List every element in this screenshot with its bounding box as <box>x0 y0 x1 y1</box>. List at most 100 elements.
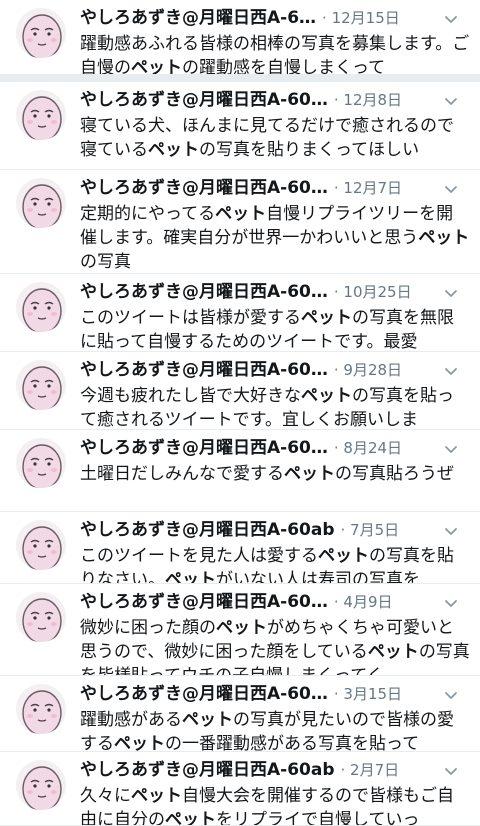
chevron-down-icon[interactable] <box>442 362 460 380</box>
tweet-text: このツイートを見た人は愛するペットの写真を貼りなさい。ペットがいない人は寿司の写… <box>80 544 470 584</box>
highlight-term: ペット <box>284 464 335 484</box>
tweet-date[interactable]: · 12月8日 <box>334 88 402 112</box>
text-segment: 今週も疲れたし皆で大好きな <box>80 386 301 406</box>
tweet-date[interactable]: · 3月15日 <box>334 682 402 706</box>
avatar[interactable] <box>16 360 66 410</box>
display-name[interactable]: やしろあずき@月曜日西A-60… <box>80 358 328 382</box>
tweet-item[interactable]: やしろあずき@月曜日西A-60… · 8月24日 土曜日だしみんなで愛するペットの… <box>0 430 480 512</box>
highlight-term: ペット <box>114 734 165 752</box>
chevron-down-icon[interactable] <box>442 284 460 302</box>
text-segment: 微妙に困った顔の <box>80 618 216 638</box>
tweet-item[interactable]: やしろあずき@月曜日西A-60… · 4月9日 微妙に困った顔のペットがめちゃくち… <box>0 584 480 676</box>
avatar[interactable] <box>16 684 66 734</box>
tweet-text: 久々にペット自慢大会を開催するので皆様もご自由に自分のペットをリプライで自慢して… <box>80 784 470 826</box>
text-segment: の躍動感を自慢しまくって <box>182 58 386 78</box>
text-segment: このツイートを見た人は愛する <box>80 546 318 566</box>
text-segment: 躍動感がある <box>80 710 182 730</box>
display-name[interactable]: やしろあずき@月曜日西A-60… <box>80 590 328 614</box>
display-name[interactable]: やしろあずき@月曜日西A-60… <box>80 88 328 112</box>
tweet-header: やしろあずき@月曜日西A-60ab · 7月5日 <box>80 518 466 544</box>
tweet-text: このツイートは皆様が愛するペットの写真を無限に貼って自慢するためのツイートです。… <box>80 306 470 351</box>
tweet-date[interactable]: · 7月5日 <box>341 518 400 542</box>
avatar[interactable] <box>16 90 66 140</box>
text-segment: 定期的にやってる <box>80 204 216 224</box>
text-segment: がいない人は寿司の写真を <box>216 570 420 584</box>
tweet-text: 躍動感があるペットの写真が見たいので皆様の愛するペットの一番躍動感がある写真を貼… <box>80 708 470 752</box>
text-segment: 土曜日だしみんなで愛する <box>80 464 284 484</box>
text-segment: の写真 <box>80 252 131 272</box>
chevron-down-icon[interactable] <box>442 594 460 612</box>
avatar[interactable] <box>16 282 66 332</box>
tweet-date[interactable]: · 9月28日 <box>334 358 402 382</box>
display-name[interactable]: やしろあずき@月曜日西A-60… <box>80 280 328 304</box>
tweet-date[interactable]: · 2月7日 <box>341 758 400 782</box>
avatar[interactable] <box>16 8 66 58</box>
highlight-term: ペット <box>367 642 419 662</box>
tweet-item[interactable]: やしろあずき@月曜日西A-60ab · 2月7日 久々にペット自慢大会を開催するの… <box>0 752 480 826</box>
tweet-header: やしろあずき@月曜日西A-60… · 12月7日 <box>80 176 466 202</box>
avatar[interactable] <box>16 520 66 570</box>
tweet-date[interactable]: · 10月25日 <box>334 280 412 304</box>
tweet-date[interactable]: · 4月9日 <box>334 590 393 614</box>
display-name[interactable]: やしろあずき@月曜日西A-6… <box>80 6 316 30</box>
text-segment: 久々に <box>80 786 131 806</box>
chevron-down-icon[interactable] <box>442 762 460 780</box>
tweet-header: やしろあずき@月曜日西A-60… · 3月15日 <box>80 682 466 708</box>
tweet-text: 今週も疲れたし皆で大好きなペットの写真を貼って癒されるツイートです。宜しくお願い… <box>80 384 470 429</box>
tweet-date[interactable]: · 8月24日 <box>334 436 402 460</box>
display-name[interactable]: やしろあずき@月曜日西A-60ab <box>80 518 335 542</box>
chevron-down-icon[interactable] <box>442 180 460 198</box>
chevron-down-icon[interactable] <box>442 686 460 704</box>
chevron-down-icon[interactable] <box>442 440 460 458</box>
avatar[interactable] <box>16 438 66 488</box>
highlight-term: ペット <box>301 386 352 406</box>
tweet-text: 土曜日だしみんなで愛するペットの写真貼ろうぜ <box>80 462 470 510</box>
highlight-term: ペット <box>131 58 182 78</box>
tweet-header: やしろあずき@月曜日西A-60… · 9月28日 <box>80 358 466 384</box>
highlight-term: ペット <box>216 618 267 638</box>
text-segment: このツイートは皆様が愛する <box>80 308 301 328</box>
tweet-item[interactable]: やしろあずき@月曜日西A-60… · 10月25日 このツイートは皆様が愛するペッ… <box>0 274 480 352</box>
tweet-item[interactable]: やしろあずき@月曜日西A-60… · 12月8日 寝ている犬、ほんまに見てるだけで… <box>0 82 480 170</box>
text-segment: の写真貼ろうぜ <box>335 464 454 484</box>
avatar[interactable] <box>16 592 66 642</box>
display-name[interactable]: やしろあずき@月曜日西A-60… <box>80 682 328 706</box>
highlight-term: ペット <box>301 308 352 328</box>
tweet-item[interactable]: やしろあずき@月曜日西A-60… · 12月7日 定期的にやってるペット自慢リプラ… <box>0 170 480 274</box>
text-segment: の一番躍動感がある写真を貼って <box>165 734 420 752</box>
highlight-term: ペット <box>418 228 470 248</box>
highlight-term: ペット <box>318 546 369 566</box>
highlight-term: ペット <box>165 810 216 826</box>
tweet-date[interactable]: · 12月15日 <box>322 6 400 30</box>
tweet-item[interactable]: やしろあずき@月曜日西A-60ab · 7月5日 このツイートを見た人は愛するペッ… <box>0 512 480 584</box>
tweet-header: やしろあずき@月曜日西A-60… · 8月24日 <box>80 436 466 462</box>
tweet-text: 躍動感あふれる皆様の相棒の写真を募集します。ご自慢のペットの躍動感を自慢しまくっ… <box>80 32 470 78</box>
tweet-text: 定期的にやってるペット自慢リプライツリーを開催します。確実自分が世界一かわいいと… <box>80 202 470 273</box>
display-name[interactable]: やしろあずき@月曜日西A-60ab <box>80 758 335 782</box>
tweet-header: やしろあずき@月曜日西A-60… · 10月25日 <box>80 280 466 306</box>
highlight-term: ペット <box>148 140 199 160</box>
display-name[interactable]: やしろあずき@月曜日西A-60… <box>80 436 328 460</box>
tweet-header: やしろあずき@月曜日西A-60… · 4月9日 <box>80 590 466 616</box>
avatar[interactable] <box>16 760 66 810</box>
highlight-term: ペット <box>165 570 216 584</box>
chevron-down-icon[interactable] <box>442 92 460 110</box>
display-name[interactable]: やしろあずき@月曜日西A-60… <box>80 176 328 200</box>
tweet-text: 微妙に困った顔のペットがめちゃくちゃ可愛いと思うので、微妙に困った顔をしているペ… <box>80 616 470 675</box>
chevron-down-icon[interactable] <box>442 522 460 540</box>
tweet-text: 寝ている犬、ほんまに見てるだけで癒されるので寝ているペットの写真を貼りまくってほ… <box>80 114 470 162</box>
tweet-date[interactable]: · 12月7日 <box>334 176 402 200</box>
highlight-term: ペット <box>131 786 182 806</box>
highlight-term: ペット <box>215 204 267 224</box>
tweet-feed: やしろあずき@月曜日西A-6… · 12月15日 躍動感あふれる皆様の相棒の写真を… <box>0 0 480 826</box>
chevron-down-icon[interactable] <box>442 10 460 28</box>
avatar[interactable] <box>16 178 66 228</box>
tweet-item[interactable]: やしろあずき@月曜日西A-6… · 12月15日 躍動感あふれる皆様の相棒の写真を… <box>0 0 480 82</box>
tweet-item[interactable]: やしろあずき@月曜日西A-60… · 9月28日 今週も疲れたし皆で大好きなペット… <box>0 352 480 430</box>
tweet-item[interactable]: やしろあずき@月曜日西A-60… · 3月15日 躍動感があるペットの写真が見たい… <box>0 676 480 752</box>
tweet-header: やしろあずき@月曜日西A-60ab · 2月7日 <box>80 758 466 784</box>
tweet-header: やしろあずき@月曜日西A-6… · 12月15日 <box>80 6 466 32</box>
text-segment: をリプライで自慢していっ <box>216 810 420 826</box>
highlight-term: ペット <box>182 710 233 730</box>
tweet-header: やしろあずき@月曜日西A-60… · 12月8日 <box>80 88 466 114</box>
